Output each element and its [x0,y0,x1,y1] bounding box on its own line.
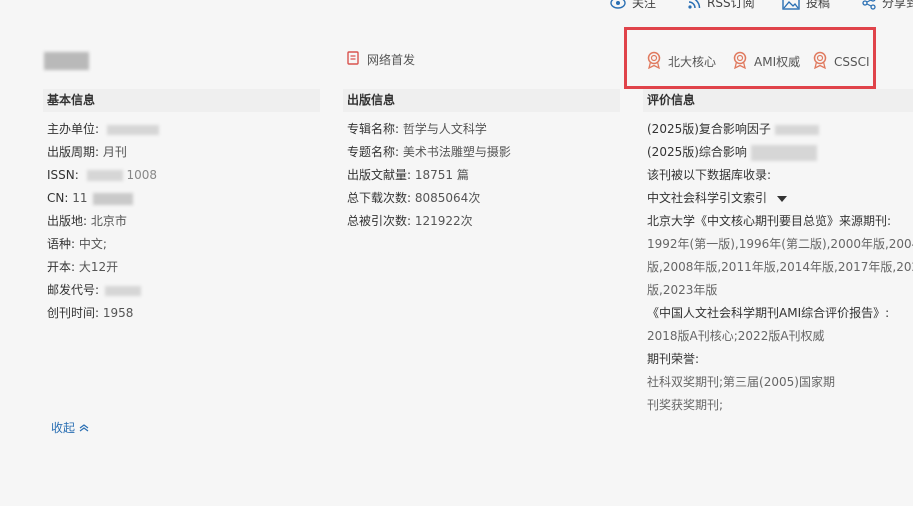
basic-row-cn: CN: 11 [47,189,134,207]
publish-row-downloads: 总下载次数: 8085064次 [347,189,480,207]
badge-ami: AMI权威 [732,51,800,72]
badge-label: 北大核心 [668,55,717,69]
image-icon [782,0,800,10]
basic-row-postal-code: 邮发代号: [47,281,141,299]
document-icon [347,51,359,68]
share-label: 分享到 [882,0,913,10]
issn-value-blurred [86,170,123,181]
impact-composite-label: (2025版)复合影响因子 [647,122,771,136]
eye-icon [610,0,626,10]
ami-title: 《中国人文社会科学期刊AMI综合评价报告》: [647,306,890,320]
row-value: 1008 [126,168,157,182]
ami-value: 2018版A刊核心;2022版A刊权威 [647,329,825,343]
row-value: 中文; [78,237,107,251]
double-chevron-up-icon [79,421,89,435]
row-label: CN: [47,191,69,205]
impact-factor-composite: (2025版)复合影响因子 [647,120,819,138]
impact-comprehensive-label: (2025版)综合影响 [647,145,747,159]
pku-line-3: 版,2023年版 [647,283,718,297]
impact-composite-blurred [774,124,819,135]
impact-factor-comprehensive: (2025版)综合影响 [647,143,817,161]
sponsor-value-blurred [106,124,159,135]
db-selected: 中文社会科学引文索引 [647,191,768,205]
badge-pku-core: 北大核心 [646,51,716,72]
publish-row-volume: 出版文献量: 18751 篇 [347,166,469,184]
row-value: 8085064次 [414,191,481,205]
row-value: 1958 [102,306,134,320]
collapse-label: 收起 [51,421,76,435]
badge-label: AMI权威 [754,55,801,69]
basic-row-format: 开本: 大12开 [47,258,118,276]
rss-icon [688,0,701,9]
publish-info-heading: 出版信息 [343,89,620,112]
award-icon [646,51,662,72]
basic-row-founded: 创刊时间: 1958 [47,304,133,322]
row-label: 主办单位: [47,122,100,136]
row-label: 出版周期: [47,145,100,159]
collapse-link[interactable]: 收起 [51,419,89,436]
caret-down-icon [776,195,787,202]
row-value: 月刊 [102,145,127,159]
impact-comprehensive-blurred [750,144,817,161]
postal-code-blurred [104,285,141,296]
basic-row-issn: ISSN: 1008 [47,166,157,184]
pku-line-1: 1992年(第一版),1996年(第二版),2000年版,2004年 [647,237,913,251]
first-publish-tag[interactable]: 网络首发 [347,51,415,68]
publish-row-series: 专辑名称: 哲学与人文科学 [347,120,487,138]
award-icon [812,51,828,72]
row-label: 总被引次数: [347,214,412,228]
row-value: 11 [72,191,88,205]
rss-action[interactable]: RSS订阅 [688,0,755,11]
row-label: 专题名称: [347,145,400,159]
row-value: 18751 篇 [414,168,469,182]
share-action[interactable]: 分享到 [862,0,913,11]
rss-label: RSS订阅 [707,0,755,10]
honor-title: 期刊荣誉: [647,352,700,366]
journal-title-blurred [44,52,89,70]
basic-row-cycle: 出版周期: 月刊 [47,143,127,161]
db-dropdown[interactable]: 中文社会科学引文索引 [647,189,787,207]
badge-cssci: CSSCI [812,51,870,72]
basic-info-heading: 基本信息 [43,89,320,112]
row-value: 大12开 [78,260,119,274]
eval-info-heading: 评价信息 [643,89,913,112]
basic-row-language: 语种: 中文; [47,235,107,253]
publish-row-topic: 专题名称: 美术书法雕塑与摄影 [347,143,511,161]
row-label: 开本: [47,260,76,274]
row-value: 哲学与人文科学 [402,122,487,136]
row-label: 出版文献量: [347,168,412,182]
pku-line-2: 版,2008年版,2011年版,2014年版,2017年版,2020年 [647,260,913,274]
follow-label: 关注 [632,0,657,10]
share-icon [862,0,876,10]
row-label: 邮发代号: [47,283,100,297]
award-icon [732,51,748,72]
row-label: ISSN: [47,168,79,182]
follow-action[interactable]: 关注 [610,0,656,11]
basic-row-sponsor: 主办单位: [47,120,159,138]
honor-line-2: 刊奖获奖期刊; [647,398,724,412]
pku-title: 北京大学《中文核心期刊要目总览》来源期刊: [647,214,892,228]
row-label: 创刊时间: [47,306,100,320]
db-intro: 该刊被以下数据库收录: [647,168,772,182]
row-label: 专辑名称: [347,122,400,136]
honor-line-1: 社科双奖期刊;第三届(2005)国家期 [647,375,835,389]
row-value: 美术书法雕塑与摄影 [402,145,511,159]
first-publish-label: 网络首发 [367,53,416,67]
row-label: 出版地: [47,214,88,228]
row-value: 121922次 [414,214,473,228]
row-value: 北京市 [90,214,127,228]
cn-value-blurred [93,192,134,205]
row-label: 语种: [47,237,76,251]
submit-label: 投稿 [806,0,831,10]
badge-label: CSSCI [834,54,870,69]
row-label: 总下载次数: [347,191,412,205]
basic-row-place: 出版地: 北京市 [47,212,127,230]
submit-action[interactable]: 投稿 [782,0,830,11]
publish-row-citations: 总被引次数: 121922次 [347,212,473,230]
